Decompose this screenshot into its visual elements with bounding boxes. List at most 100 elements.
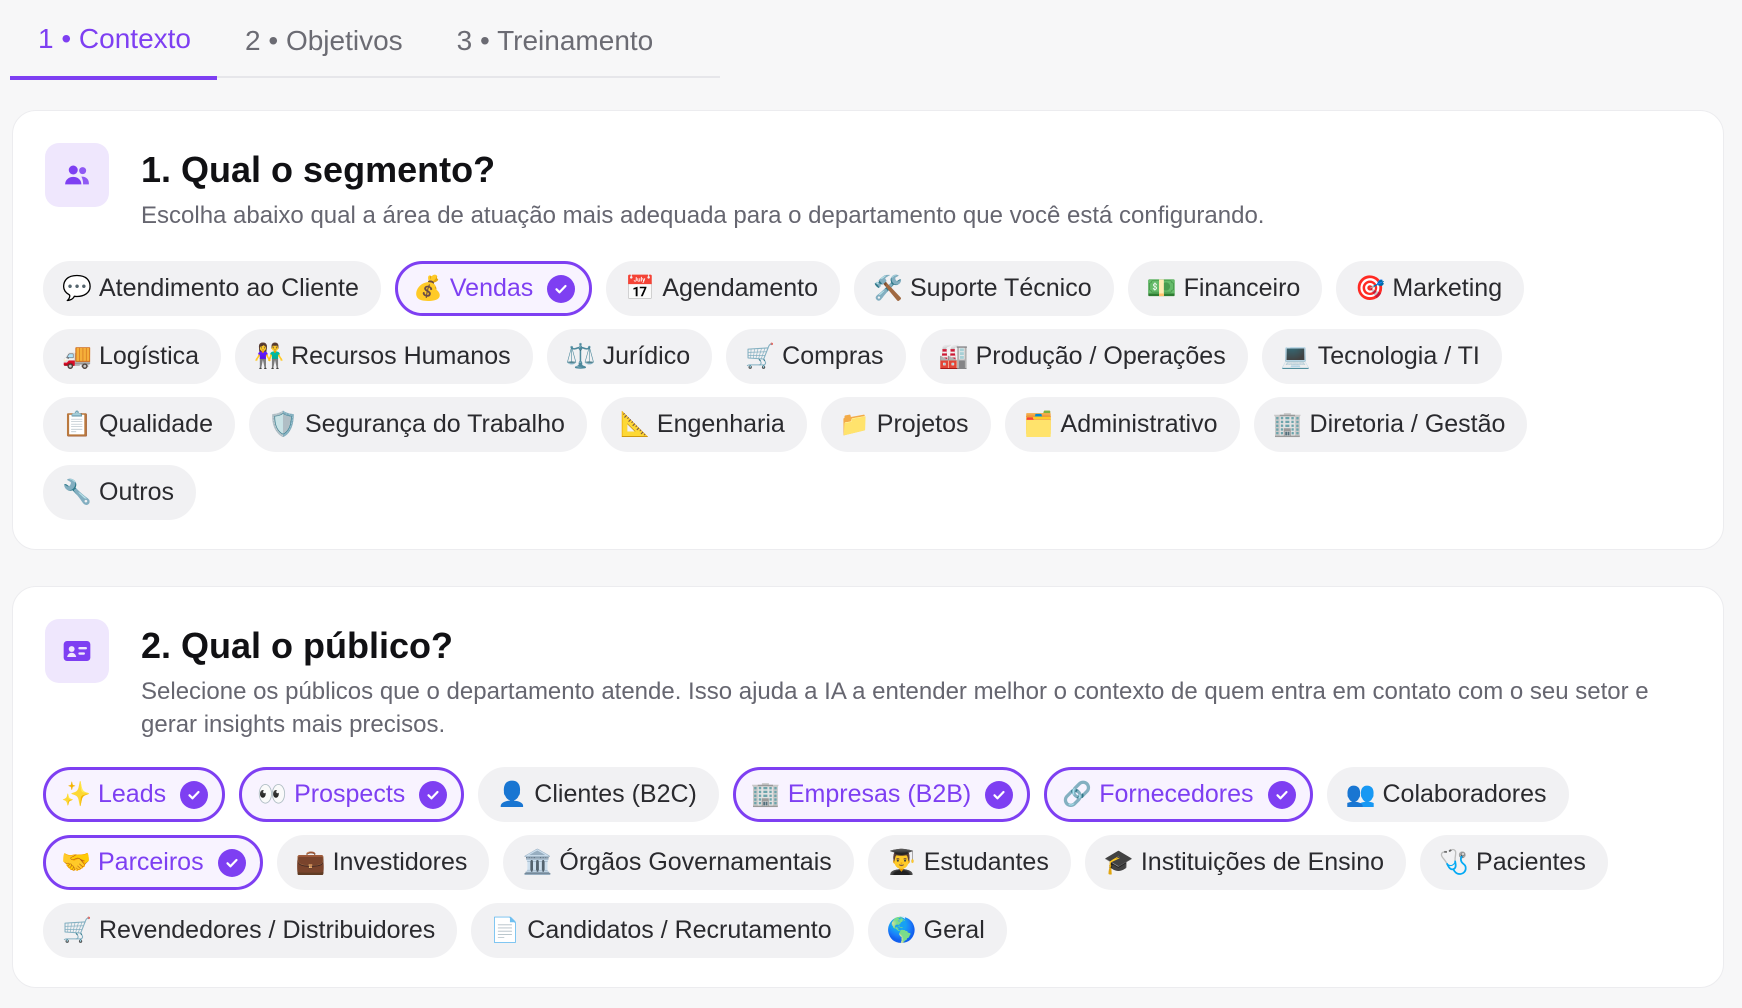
segment-option[interactable]: 🗂️ Administrativo xyxy=(1004,397,1240,452)
check-circle-icon xyxy=(985,780,1014,809)
segment-options: 💬 Atendimento ao Cliente 💰 Vendas 📅 Agendamen… xyxy=(43,261,1693,520)
audience-option-label: Parceiros xyxy=(98,848,204,876)
audience-option-emoji: 🌎 xyxy=(886,917,917,944)
segment-option-label: Compras xyxy=(782,342,884,370)
segment-option-label: Produção / Operações xyxy=(975,342,1226,370)
audience-option-label: Fornecedores xyxy=(1099,780,1254,808)
segment-option[interactable]: 💵 Financeiro xyxy=(1127,261,1323,316)
segment-option[interactable]: 🏭 Produção / Operações xyxy=(919,329,1248,384)
audience-option-label: Investidores xyxy=(332,848,468,876)
segment-option[interactable]: 📋 Qualidade xyxy=(43,397,235,452)
audience-option[interactable]: ✨ Leads xyxy=(43,767,226,822)
check-circle-icon xyxy=(1267,780,1296,809)
audience-option[interactable]: 👀 Prospects xyxy=(239,767,465,822)
audience-option[interactable]: 💼 Investidores xyxy=(276,835,490,890)
segment-option-label: Administrativo xyxy=(1060,410,1218,438)
segment-option-emoji: 🏭 xyxy=(938,343,969,370)
tab-objetivos[interactable]: 2 • Objetivos xyxy=(217,2,429,80)
segment-option[interactable]: 💰 Vendas xyxy=(394,261,593,316)
segment-option-label: Vendas xyxy=(449,274,534,302)
segment-option[interactable]: ⚖️ Jurídico xyxy=(546,329,713,384)
segment-option-label: Qualidade xyxy=(99,410,213,438)
audience-option-emoji: 👀 xyxy=(257,781,288,808)
segment-subtitle: Escolha abaixo qual a área de atuação ma… xyxy=(141,202,1265,229)
tab-contexto[interactable]: 1 • Contexto xyxy=(10,2,218,80)
segment-option-label: Suporte Técnico xyxy=(910,274,1092,302)
audience-option-label: Estudantes xyxy=(923,848,1049,876)
segment-option[interactable]: 🏢 Diretoria / Gestão xyxy=(1253,397,1528,452)
tab-treinamento[interactable]: 3 • Treinamento xyxy=(429,2,680,80)
segment-option-emoji: 💬 xyxy=(62,275,92,302)
audience-option-label: Geral xyxy=(923,916,985,944)
segment-option-label: Agendamento xyxy=(662,274,818,302)
segment-option[interactable]: 🔧 Outros xyxy=(43,465,197,520)
audience-option-emoji: 👥 xyxy=(1345,781,1376,808)
audience-option-emoji: 🔗 xyxy=(1062,781,1093,808)
audience-option-emoji: 🛒 xyxy=(62,917,92,944)
segment-option-emoji: 💵 xyxy=(1146,275,1177,302)
segment-option[interactable]: 💬 Atendimento ao Cliente xyxy=(43,261,381,316)
audience-option[interactable]: 🛒 Revendedores / Distribuidores xyxy=(43,903,458,958)
audience-option-label: Prospects xyxy=(294,780,406,808)
segment-option[interactable]: 👫 Recursos Humanos xyxy=(235,329,533,384)
segment-option-emoji: 🛡️ xyxy=(268,411,298,438)
audience-option-emoji: 🏛️ xyxy=(522,849,553,876)
check-circle-icon xyxy=(419,780,448,809)
audience-option[interactable]: 🎓 Instituições de Ensino xyxy=(1084,835,1407,890)
page: 1 • Contexto 2 • Objetivos 3 • Treinamen… xyxy=(0,0,1742,1008)
audience-option[interactable]: 🤝 Parceiros xyxy=(43,835,263,890)
audience-option-label: Instituições de Ensino xyxy=(1140,848,1385,876)
audience-option-emoji: ✨ xyxy=(61,781,91,808)
segment-option[interactable]: 🛠️ Suporte Técnico xyxy=(854,261,1114,316)
audience-option[interactable]: 🩺 Pacientes xyxy=(1420,835,1608,890)
segment-option-emoji: 📐 xyxy=(619,411,650,438)
audience-option[interactable]: 👨‍🎓 Estudantes xyxy=(867,835,1071,890)
segment-option-label: Recursos Humanos xyxy=(291,342,511,370)
segment-option-label: Projetos xyxy=(876,410,969,438)
audience-option-emoji: 👤 xyxy=(497,781,528,808)
audience-option[interactable]: 🏢 Empresas (B2B) xyxy=(732,767,1031,822)
segment-option-emoji: 📅 xyxy=(625,275,656,302)
segment-option[interactable]: 📅 Agendamento xyxy=(606,261,840,316)
segment-option[interactable]: 🛒 Compras xyxy=(726,329,906,384)
segment-option-label: Atendimento ao Cliente xyxy=(99,274,359,302)
audience-card: 2. Qual o público? Selecione os públicos… xyxy=(12,586,1724,988)
audience-option-label: Empresas (B2B) xyxy=(787,780,972,808)
audience-option-label: Revendedores / Distribuidores xyxy=(99,916,436,944)
segment-option-label: Diretoria / Gestão xyxy=(1309,410,1506,438)
audience-options: ✨ Leads 👀 Prospects 👤 Clientes (B2C) 🏢 Empresas… xyxy=(43,767,1693,958)
id-card-icon xyxy=(45,619,109,683)
audience-option[interactable]: 🔗 Fornecedores xyxy=(1044,767,1313,822)
segment-title: 1. Qual o segmento? xyxy=(141,149,496,190)
segment-option-emoji: 🛠️ xyxy=(873,275,903,302)
segment-option[interactable]: 📁 Projetos xyxy=(820,397,991,452)
segment-option-emoji: 💻 xyxy=(1280,343,1311,370)
check-circle-icon xyxy=(217,848,246,877)
segment-card: 1. Qual o segmento? Escolha abaixo qual … xyxy=(12,110,1724,550)
audience-option[interactable]: 🏛️ Órgãos Governamentais xyxy=(503,835,854,890)
audience-option-label: Leads xyxy=(98,780,167,808)
segment-option[interactable]: 💻 Tecnologia / TI xyxy=(1261,329,1502,384)
audience-option-label: Órgãos Governamentais xyxy=(559,848,832,876)
audience-option[interactable]: 👥 Colaboradores xyxy=(1326,767,1569,822)
segment-option-emoji: 🏢 xyxy=(1272,411,1303,438)
segment-option-label: Outros xyxy=(99,478,175,506)
check-circle-icon xyxy=(180,780,209,809)
audience-option[interactable]: 👤 Clientes (B2C) xyxy=(478,767,719,822)
audience-subtitle: Selecione os públicos que o departamento… xyxy=(141,678,1649,738)
segment-option-emoji: 🔧 xyxy=(62,479,92,506)
audience-title: 2. Qual o público? xyxy=(141,625,454,666)
audience-option[interactable]: 📄 Candidatos / Recrutamento xyxy=(471,903,854,958)
audience-option[interactable]: 🌎 Geral xyxy=(867,903,1007,958)
segment-option-emoji: 📋 xyxy=(62,411,92,438)
audience-option-emoji: 💼 xyxy=(295,849,326,876)
segment-option[interactable]: 🚚 Logística xyxy=(43,329,222,384)
audience-option-label: Clientes (B2C) xyxy=(534,780,697,808)
audience-option-emoji: 🎓 xyxy=(1103,849,1134,876)
segment-option[interactable]: 🛡️ Segurança do Trabalho xyxy=(248,397,587,452)
segment-option-label: Tecnologia / TI xyxy=(1317,342,1480,370)
segment-option[interactable]: 🎯 Marketing xyxy=(1336,261,1525,316)
segment-option-emoji: 🗂️ xyxy=(1023,411,1054,438)
audience-option-label: Pacientes xyxy=(1476,848,1586,876)
segment-option[interactable]: 📐 Engenharia xyxy=(600,397,807,452)
